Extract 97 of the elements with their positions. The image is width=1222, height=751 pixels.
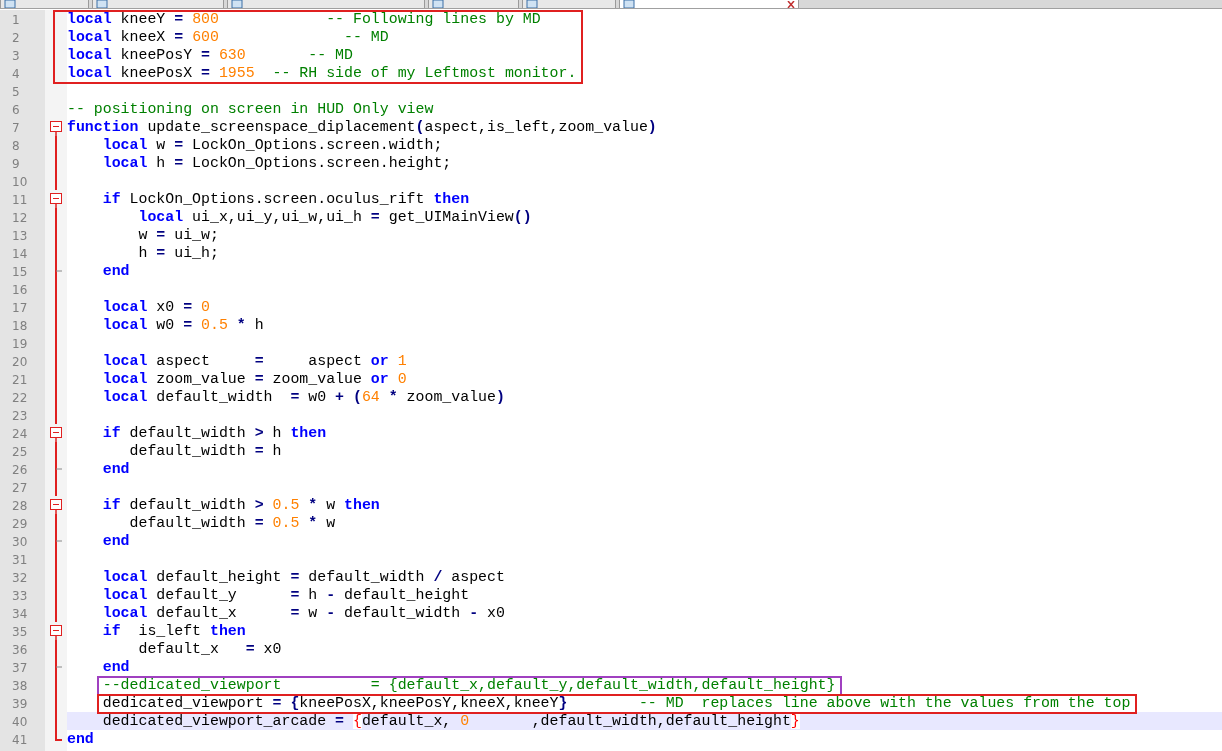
line-number: 12 [12,211,28,225]
line-number: 41 [12,733,28,747]
code-line: function update_screenspace_diplacement(aspect,is_left,zoom_value) [67,119,657,135]
line-number: 38 [12,679,28,693]
file-icon [96,0,108,8]
line-number: 13 [12,229,28,243]
line-number: 18 [12,319,28,333]
close-icon[interactable] [787,1,795,8]
code-line: local default_width = w0 + (64 * zoom_value) [101,389,505,405]
fold-end-icon [55,730,62,741]
line-number: 37 [12,661,28,675]
line-number: 22 [12,391,28,405]
line-number: 24 [12,427,28,441]
code-line: end [101,533,130,549]
code-line: end [101,461,130,477]
line-number: 10 [12,175,28,189]
code-line: local aspect = aspect or 1 [101,353,407,369]
line-number: 7 [12,121,20,135]
line-number: 39 [12,697,28,711]
line-number: 11 [12,193,28,207]
code-line: local w0 = 0.5 * h [101,317,264,333]
code-line: default_width = 0.5 * w [128,515,336,531]
line-number: 23 [12,409,28,423]
code-line: local kneeX = 600 -- MD [67,29,389,45]
code-line: local default_height = default_width / aspect [101,569,505,585]
line-number: 6 [12,103,20,117]
fold-end-icon [55,460,62,478]
code-line: w = ui_w; [137,227,219,243]
code-line: if LockOn_Options.screen.oculus_rift then [101,191,470,207]
file-icon [231,0,243,8]
line-number: 34 [12,607,28,621]
code-line: default_width = h [128,443,282,459]
code-line: local zoom_value = zoom_value or 0 [101,371,407,387]
line-number: 36 [12,643,28,657]
file-icon [432,0,444,8]
code-line: local x0 = 0 [101,299,210,315]
fold-end-icon [55,262,62,280]
line-number: 30 [12,535,28,549]
line-number: 2 [12,31,20,45]
line-number: 16 [12,283,28,297]
line-number: 29 [12,517,28,531]
line-number: 33 [12,589,28,603]
file-icon [623,0,635,8]
code-line: local kneeY = 800 -- Following lines by MD [67,11,541,27]
line-number: 31 [12,553,28,567]
code-line: if default_width > 0.5 * w then [101,497,380,513]
fold-line [55,478,57,496]
code-line: local w = LockOn_Options.screen.width; [101,137,443,153]
code-line: dedicated_viewport = {kneePosX,kneePosY,kneeX,kneeY} -- MD replaces line above with the values from the top [101,695,1131,711]
code-line: if is_left then [101,623,246,639]
line-number: 14 [12,247,28,261]
line-number: 4 [12,67,20,81]
fold-line [55,442,57,460]
line-number: 26 [12,463,28,477]
line-number: 17 [12,301,28,315]
code-line: end [101,659,130,675]
code-line: -- positioning on screen in HUD Only view [67,101,434,117]
line-number: 8 [12,139,20,153]
code-line: --dedicated_viewport = {default_x,default_y,default_width,default_height} [101,677,836,693]
line-number: 3 [12,49,20,63]
file-icon [4,0,16,8]
line-number: 28 [12,499,28,513]
line-number: 5 [12,85,20,99]
fold-end-icon [55,658,62,676]
line-number: 19 [12,337,28,351]
fold-line [55,640,57,658]
line-number: 9 [12,157,20,171]
code-line: local ui_x,ui_y,ui_w,ui_h = get_UIMainView() [137,209,532,225]
line-number: 27 [12,481,28,495]
code-line: end [67,731,94,747]
fold-toggle-icon[interactable] [50,424,62,442]
fold-end-icon [55,532,62,550]
fold-toggle-icon[interactable] [50,190,62,208]
code-line: end [101,263,130,279]
line-number: 21 [12,373,28,387]
code-line: local default_y = h - default_height [101,587,470,603]
file-tab[interactable] [619,0,799,8]
code-line: local kneePosX = 1955 -- RH side of my Leftmost monitor. [67,65,577,81]
line-number: 1 [12,13,20,27]
code-line: default_x = x0 [137,641,282,657]
fold-line [55,514,57,532]
code-line: if default_width > h then [101,425,327,441]
code-line: dedicated_viewport_arcade = {default_x, 0 ,default_width,default_height} [101,713,800,729]
code-line: h = ui_h; [137,245,219,261]
file-icon [526,0,538,8]
line-number: 40 [12,715,28,729]
line-number: 32 [12,571,28,585]
fold-toggle-icon[interactable] [50,118,62,136]
code-line: local kneePosY = 630 -- MD [67,47,353,63]
code-line: local default_x = w - default_width - x0 [101,605,505,621]
code-line: local h = LockOn_Options.screen.height; [101,155,452,171]
fold-toggle-icon[interactable] [50,622,62,640]
line-number: 35 [12,625,28,639]
fold-toggle-icon[interactable] [50,496,62,514]
line-number: 25 [12,445,28,459]
line-number: 15 [12,265,28,279]
line-number: 20 [12,355,28,369]
